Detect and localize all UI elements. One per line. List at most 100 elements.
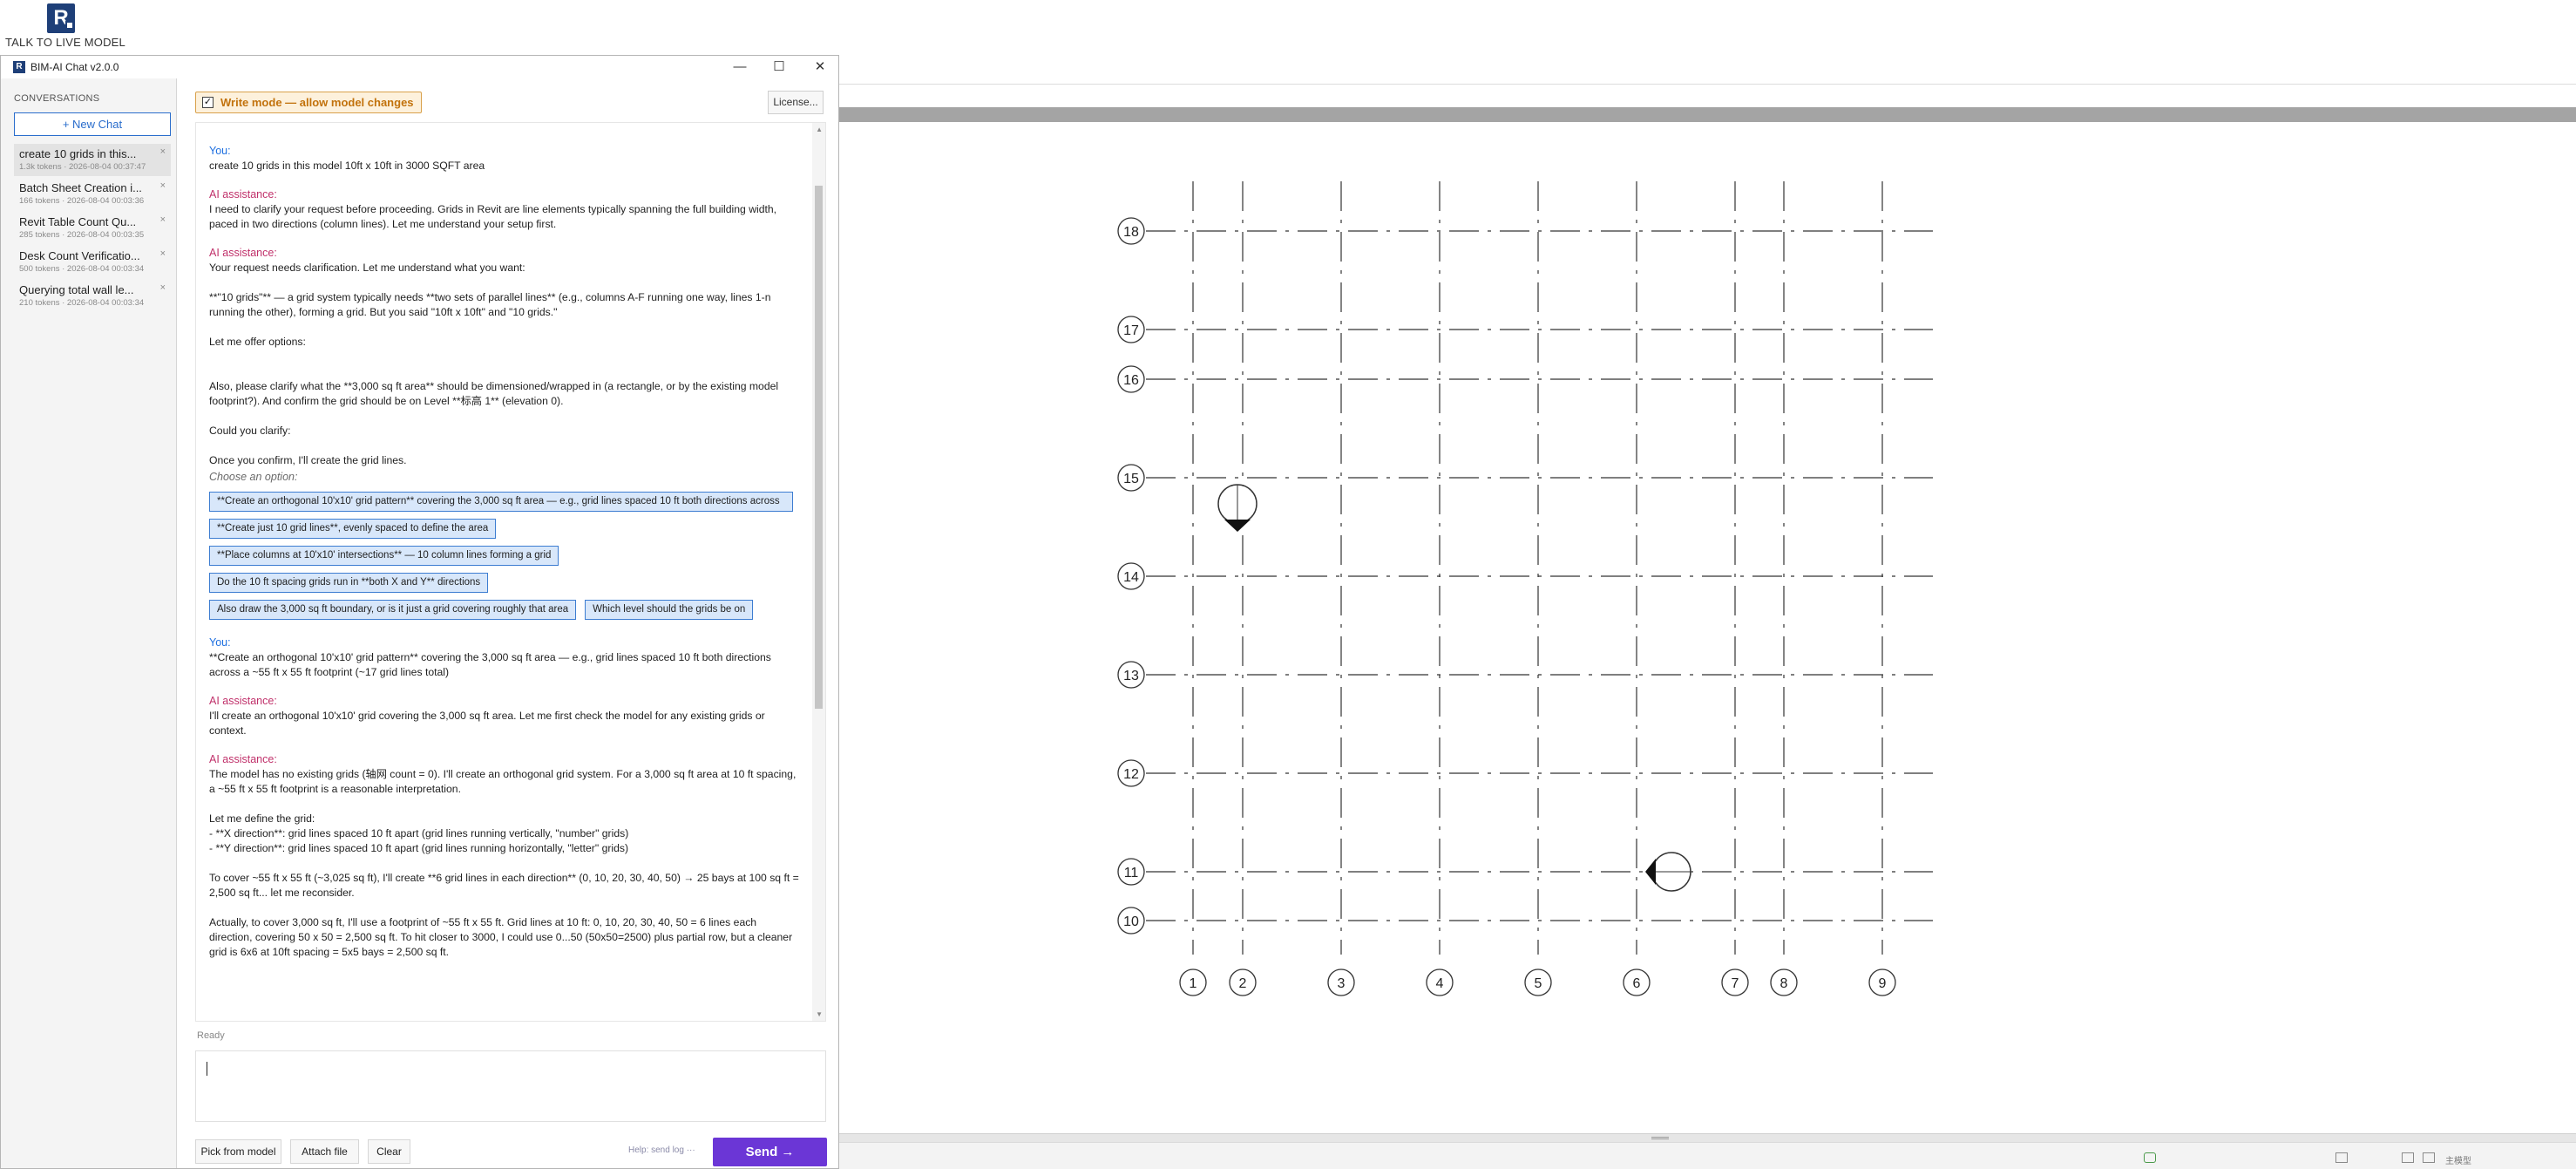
chat-transcript[interactable]: You: create 10 grids in this model 10ft … [195, 122, 826, 1022]
app-icon: R [13, 61, 25, 73]
close-button[interactable]: ✕ [807, 58, 833, 76]
pick-from-model-button[interactable]: Pick from model [195, 1139, 281, 1164]
assistant-message: AI assistance: I'll create an orthogonal… [209, 694, 802, 738]
grid-label: 9 [1879, 976, 1887, 991]
message-text: Let me offer options: [209, 336, 306, 348]
grid-label: 16 [1123, 373, 1139, 388]
scroll-down-icon[interactable]: ▼ [816, 1010, 823, 1018]
message-list: You: create 10 grids in this model 10ft … [209, 144, 802, 974]
sidebar-header: CONVERSATIONS [14, 93, 100, 104]
conversation-item[interactable]: Desk Count Verificatio... 500 tokens · 2… [14, 246, 171, 278]
conversation-title: create 10 grids in this... [19, 147, 137, 160]
message-text: **Create an orthogonal 10'x10' grid patt… [209, 651, 771, 678]
title-bar[interactable]: R BIM-AI Chat v2.0.0 — ☐ ✕ [1, 56, 838, 78]
message-text: To cover ~55 ft x 55 ft (~3,025 sq ft), … [209, 872, 799, 899]
conversation-meta: 210 tokens · 2026-08-04 00:03:34 [19, 298, 145, 308]
sender-label: You: [209, 145, 231, 157]
scroll-up-icon[interactable]: ▲ [816, 126, 823, 133]
write-mode-label: Write mode — allow model changes [220, 96, 414, 109]
conversation-title: Revit Table Count Qu... [19, 215, 137, 228]
grid-label: 3 [1338, 976, 1346, 991]
delete-conversation-icon[interactable]: × [160, 282, 166, 293]
conversation-item[interactable]: Batch Sheet Creation i... 166 tokens · 2… [14, 178, 171, 210]
delete-conversation-icon[interactable]: × [160, 180, 166, 191]
grid-label: 10 [1123, 914, 1139, 929]
elevation-arrow-icon [1645, 859, 1656, 885]
write-mode-checkbox[interactable]: ✓ [202, 97, 214, 108]
sender-label: AI assistance: [209, 753, 277, 765]
transcript-scrollbar[interactable]: ▲ ▼ [812, 123, 825, 1021]
conversation-title: Batch Sheet Creation i... [19, 181, 142, 194]
help-send-log-link[interactable]: Help: send log ··· [628, 1145, 695, 1155]
grid-label: 14 [1123, 570, 1139, 585]
grid-label: 17 [1123, 323, 1139, 338]
message-text: Your request needs clarification. Let me… [209, 262, 525, 274]
user-message: You: **Create an orthogonal 10'x10' grid… [209, 635, 802, 680]
minimize-button[interactable]: — [727, 58, 753, 76]
delete-conversation-icon[interactable]: × [160, 248, 166, 259]
message-text: Actually, to cover 3,000 sq ft, I'll use… [209, 916, 793, 958]
conversation-meta: 166 tokens · 2026-08-04 00:03:36 [19, 196, 145, 206]
user-message: You: create 10 grids in this model 10ft … [209, 144, 802, 173]
chat-main: ✓ Write mode — allow model changes Licen… [178, 78, 838, 1168]
grid-label: 8 [1780, 976, 1788, 991]
message-text: I'll create an orthogonal 10'x10' grid c… [209, 710, 765, 737]
new-chat-button[interactable]: + New Chat [14, 112, 171, 136]
chat-window: R BIM-AI Chat v2.0.0 — ☐ ✕ CONVERSATIONS… [0, 55, 839, 1169]
grid-label: 13 [1123, 669, 1139, 683]
message-text: Let me define the grid: [209, 812, 315, 825]
message-text: I need to clarify your request before pr… [209, 203, 777, 230]
window-title: BIM-AI Chat v2.0.0 [31, 61, 119, 73]
option-button[interactable]: **Place columns at 10'x10' intersections… [209, 546, 559, 566]
message-text: The model has no existing grids (轴网 coun… [209, 768, 797, 795]
sender-label: AI assistance: [209, 695, 277, 707]
message-text: - **X direction**: grid lines spaced 10 … [209, 827, 629, 839]
grid-label: 1 [1190, 976, 1197, 991]
conversation-sidebar: CONVERSATIONS + New Chat create 10 grids… [1, 78, 177, 1168]
grid-label: 5 [1535, 976, 1542, 991]
license-button[interactable]: License... [768, 91, 824, 114]
grid-label: 11 [1124, 866, 1139, 880]
conversation-item[interactable]: create 10 grids in this... 1.3k tokens ·… [14, 144, 171, 176]
write-mode-toggle[interactable]: ✓ Write mode — allow model changes [195, 92, 422, 113]
conversation-meta: 285 tokens · 2026-08-04 00:03:35 [19, 230, 145, 240]
delete-conversation-icon[interactable]: × [160, 214, 166, 225]
grid-label: 18 [1123, 225, 1139, 240]
option-button[interactable]: Do the 10 ft spacing grids run in **both… [209, 573, 489, 593]
message-text: Could you clarify: [209, 425, 291, 437]
grid-label: 15 [1123, 472, 1139, 486]
elevation-arrow-icon [1224, 520, 1251, 532]
sender-label: AI assistance: [209, 247, 277, 259]
message-input[interactable] [195, 1050, 826, 1122]
assistant-message: AI assistance: Your request needs clarif… [209, 246, 802, 620]
grid-label: 4 [1436, 976, 1444, 991]
message-text: Once you confirm, I'll create the grid l… [209, 454, 407, 466]
send-button[interactable]: Send → [713, 1138, 827, 1166]
delete-conversation-icon[interactable]: × [160, 146, 166, 157]
option-button[interactable]: **Create just 10 grid lines**, evenly sp… [209, 519, 497, 539]
message-text: **"10 grids"** — a grid system typically… [209, 291, 771, 318]
assistant-message: AI assistance: The model has no existing… [209, 752, 802, 960]
conversation-item[interactable]: Querying total wall le... 210 tokens · 2… [14, 280, 171, 312]
assistant-message: AI assistance: I need to clarify your re… [209, 187, 802, 232]
attach-file-button[interactable]: Attach file [290, 1139, 359, 1164]
conversation-title: Desk Count Verificatio... [19, 249, 140, 262]
clear-button[interactable]: Clear [368, 1139, 410, 1164]
scroll-thumb[interactable] [815, 186, 823, 709]
grid-label: 6 [1633, 976, 1641, 991]
option-button[interactable]: Also draw the 3,000 sq ft boundary, or i… [209, 600, 577, 620]
conversation-item[interactable]: Revit Table Count Qu... 285 tokens · 202… [14, 212, 171, 244]
message-text: create 10 grids in this model 10ft x 10f… [209, 160, 485, 172]
grid-label: 2 [1239, 976, 1247, 991]
grid-label: 7 [1732, 976, 1739, 991]
conversation-meta: 500 tokens · 2026-08-04 00:03:34 [19, 264, 145, 274]
conversation-meta: 1.3k tokens · 2026-08-04 00:37:47 [19, 162, 146, 172]
option-button[interactable]: Which level should the grids be on [585, 600, 754, 620]
maximize-button[interactable]: ☐ [766, 58, 792, 76]
status-text: Ready [197, 1030, 225, 1041]
option-button[interactable]: **Create an orthogonal 10'x10' grid patt… [209, 492, 793, 512]
conversation-title: Querying total wall le... [19, 283, 134, 296]
message-text: - **Y direction**: grid lines spaced 10 … [209, 842, 629, 854]
sender-label: You: [209, 636, 231, 649]
grid-label: 12 [1123, 767, 1139, 782]
